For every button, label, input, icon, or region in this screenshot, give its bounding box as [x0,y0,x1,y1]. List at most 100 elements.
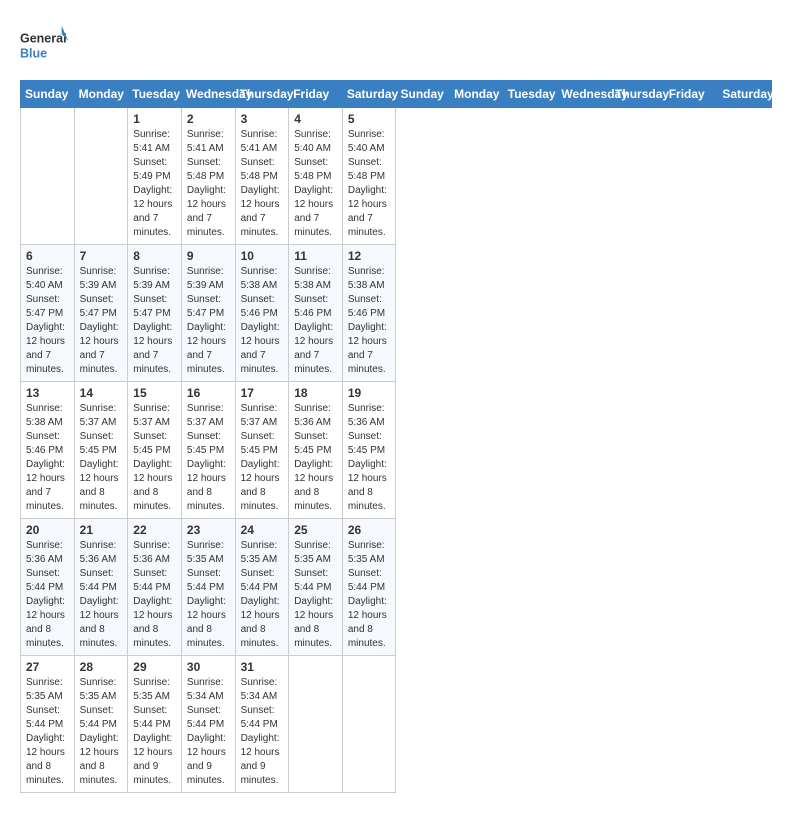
day-info: Sunrise: 5:39 AM Sunset: 5:47 PM Dayligh… [187,265,230,377]
calendar-table: SundayMondayTuesdayWednesdayThursdayFrid… [20,80,772,793]
weekday-header: Sunday [396,81,450,108]
day-info: Sunrise: 5:35 AM Sunset: 5:44 PM Dayligh… [133,676,176,788]
day-info: Sunrise: 5:41 AM Sunset: 5:48 PM Dayligh… [187,128,230,240]
calendar-cell: 28 Sunrise: 5:35 AM Sunset: 5:44 PM Dayli… [74,656,128,793]
calendar-cell: 13 Sunrise: 5:38 AM Sunset: 5:46 PM Dayli… [21,382,75,519]
calendar-cell: 26 Sunrise: 5:35 AM Sunset: 5:44 PM Dayli… [342,519,396,656]
day-info: Sunrise: 5:39 AM Sunset: 5:47 PM Dayligh… [133,265,176,377]
day-info: Sunrise: 5:38 AM Sunset: 5:46 PM Dayligh… [241,265,284,377]
day-info: Sunrise: 5:35 AM Sunset: 5:44 PM Dayligh… [80,676,123,788]
day-number: 14 [80,386,123,400]
day-info: Sunrise: 5:36 AM Sunset: 5:45 PM Dayligh… [348,402,391,514]
day-number: 22 [133,523,176,537]
calendar-cell: 11 Sunrise: 5:38 AM Sunset: 5:46 PM Dayli… [289,245,343,382]
weekday-header: Saturday [718,81,772,108]
logo-svg: General Blue [20,20,70,70]
day-info: Sunrise: 5:37 AM Sunset: 5:45 PM Dayligh… [241,402,284,514]
day-info: Sunrise: 5:35 AM Sunset: 5:44 PM Dayligh… [294,539,337,651]
day-info: Sunrise: 5:39 AM Sunset: 5:47 PM Dayligh… [80,265,123,377]
day-number: 12 [348,249,391,263]
day-number: 30 [187,660,230,674]
day-number: 11 [294,249,337,263]
weekday-header: Wednesday [557,81,611,108]
day-number: 2 [187,112,230,126]
calendar-week-row: 20Sunrise: 5:36 AM Sunset: 5:44 PM Dayli… [21,519,772,656]
day-info: Sunrise: 5:36 AM Sunset: 5:44 PM Dayligh… [80,539,123,651]
day-info: Sunrise: 5:37 AM Sunset: 5:45 PM Dayligh… [80,402,123,514]
calendar-cell: 22 Sunrise: 5:36 AM Sunset: 5:44 PM Dayli… [128,519,182,656]
weekday-header: Monday [450,81,504,108]
calendar-cell: 10 Sunrise: 5:38 AM Sunset: 5:46 PM Dayli… [235,245,289,382]
calendar-cell: 18Sunrise: 5:36 AM Sunset: 5:45 PM Dayli… [289,382,343,519]
day-info: Sunrise: 5:36 AM Sunset: 5:44 PM Dayligh… [26,539,69,651]
svg-text:Blue: Blue [20,47,47,61]
day-number: 10 [241,249,284,263]
weekday-header: Tuesday [503,81,557,108]
day-info: Sunrise: 5:38 AM Sunset: 5:46 PM Dayligh… [294,265,337,377]
day-info: Sunrise: 5:38 AM Sunset: 5:46 PM Dayligh… [26,402,69,514]
calendar-cell: 7 Sunrise: 5:39 AM Sunset: 5:47 PM Daylig… [74,245,128,382]
day-number: 8 [133,249,176,263]
day-number: 28 [80,660,123,674]
day-number: 23 [187,523,230,537]
day-number: 27 [26,660,69,674]
calendar-cell: 4Sunrise: 5:40 AM Sunset: 5:48 PM Daylig… [289,108,343,245]
day-number: 1 [133,112,176,126]
calendar-cell: 17 Sunrise: 5:37 AM Sunset: 5:45 PM Dayli… [235,382,289,519]
calendar-cell: 2 Sunrise: 5:41 AM Sunset: 5:48 PM Daylig… [181,108,235,245]
weekday-header: Monday [74,81,128,108]
calendar-cell: 24 Sunrise: 5:35 AM Sunset: 5:44 PM Dayli… [235,519,289,656]
day-info: Sunrise: 5:35 AM Sunset: 5:44 PM Dayligh… [348,539,391,651]
calendar-cell: 19 Sunrise: 5:36 AM Sunset: 5:45 PM Dayli… [342,382,396,519]
day-number: 18 [294,386,337,400]
day-number: 29 [133,660,176,674]
weekday-header: Thursday [611,81,665,108]
day-number: 5 [348,112,391,126]
calendar-week-row: 27 Sunrise: 5:35 AM Sunset: 5:44 PM Dayli… [21,656,772,793]
calendar-cell [21,108,75,245]
page-header: General Blue [20,20,772,70]
calendar-cell: 3Sunrise: 5:41 AM Sunset: 5:48 PM Daylig… [235,108,289,245]
calendar-cell: 30Sunrise: 5:34 AM Sunset: 5:44 PM Dayli… [181,656,235,793]
day-info: Sunrise: 5:35 AM Sunset: 5:44 PM Dayligh… [187,539,230,651]
calendar-cell: 23 Sunrise: 5:35 AM Sunset: 5:44 PM Dayli… [181,519,235,656]
day-info: Sunrise: 5:35 AM Sunset: 5:44 PM Dayligh… [26,676,69,788]
calendar-cell [74,108,128,245]
calendar-cell: 9Sunrise: 5:39 AM Sunset: 5:47 PM Daylig… [181,245,235,382]
day-number: 7 [80,249,123,263]
weekday-header: Friday [664,81,718,108]
day-info: Sunrise: 5:40 AM Sunset: 5:48 PM Dayligh… [348,128,391,240]
day-number: 17 [241,386,284,400]
day-info: Sunrise: 5:41 AM Sunset: 5:49 PM Dayligh… [133,128,176,240]
calendar-cell: 5 Sunrise: 5:40 AM Sunset: 5:48 PM Daylig… [342,108,396,245]
calendar-cell: 8 Sunrise: 5:39 AM Sunset: 5:47 PM Daylig… [128,245,182,382]
day-number: 13 [26,386,69,400]
calendar-cell: 12Sunrise: 5:38 AM Sunset: 5:46 PM Dayli… [342,245,396,382]
day-number: 15 [133,386,176,400]
calendar-week-row: 1 Sunrise: 5:41 AM Sunset: 5:49 PM Daylig… [21,108,772,245]
day-number: 3 [241,112,284,126]
calendar-cell: 27 Sunrise: 5:35 AM Sunset: 5:44 PM Dayli… [21,656,75,793]
calendar-cell: 14 Sunrise: 5:37 AM Sunset: 5:45 PM Dayli… [74,382,128,519]
weekday-header: Saturday [342,81,396,108]
weekday-header: Friday [289,81,343,108]
day-number: 25 [294,523,337,537]
day-info: Sunrise: 5:40 AM Sunset: 5:47 PM Dayligh… [26,265,69,377]
calendar-cell: 20Sunrise: 5:36 AM Sunset: 5:44 PM Dayli… [21,519,75,656]
day-info: Sunrise: 5:34 AM Sunset: 5:44 PM Dayligh… [241,676,284,788]
day-info: Sunrise: 5:37 AM Sunset: 5:45 PM Dayligh… [133,402,176,514]
header-row: SundayMondayTuesdayWednesdayThursdayFrid… [21,81,772,108]
day-number: 26 [348,523,391,537]
calendar-week-row: 13 Sunrise: 5:38 AM Sunset: 5:46 PM Dayli… [21,382,772,519]
calendar-week-row: 6Sunrise: 5:40 AM Sunset: 5:47 PM Daylig… [21,245,772,382]
day-info: Sunrise: 5:35 AM Sunset: 5:44 PM Dayligh… [241,539,284,651]
day-number: 19 [348,386,391,400]
weekday-header: Wednesday [181,81,235,108]
day-info: Sunrise: 5:36 AM Sunset: 5:44 PM Dayligh… [133,539,176,651]
calendar-cell: 15 Sunrise: 5:37 AM Sunset: 5:45 PM Dayli… [128,382,182,519]
day-info: Sunrise: 5:40 AM Sunset: 5:48 PM Dayligh… [294,128,337,240]
day-number: 16 [187,386,230,400]
calendar-cell: 29 Sunrise: 5:35 AM Sunset: 5:44 PM Dayli… [128,656,182,793]
day-number: 31 [241,660,284,674]
day-number: 24 [241,523,284,537]
